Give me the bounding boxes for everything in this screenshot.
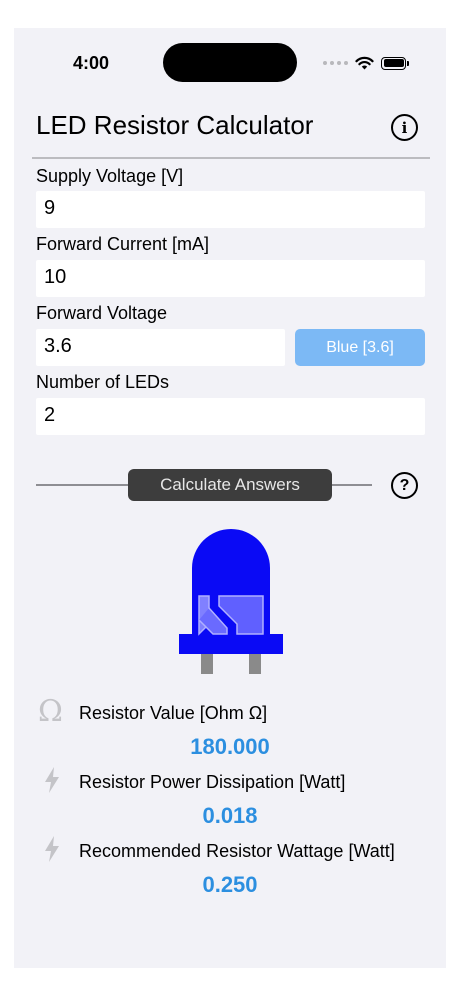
supply-voltage-input[interactable]: 9: [36, 191, 425, 228]
recommended-wattage-label: Recommended Resistor Wattage [Watt]: [79, 841, 395, 861]
info-icon[interactable]: i: [391, 114, 418, 141]
bolt-icon: [45, 836, 59, 862]
resistor-value-label: Resistor Value [Ohm Ω]: [79, 703, 268, 723]
num-leds-label: Number of LEDs: [36, 372, 170, 392]
forward-voltage-label: Forward Voltage: [36, 303, 168, 323]
battery-icon: [381, 56, 409, 70]
led-color-preset-button[interactable]: Blue [3.6]: [295, 329, 425, 366]
forward-current-label: Forward Current [mA]: [36, 234, 210, 254]
page-title: LED Resistor Calculator: [36, 110, 314, 140]
power-dissipation-label: Resistor Power Dissipation [Watt]: [79, 772, 346, 792]
recommended-wattage-result: 0.250: [202, 872, 258, 897]
app-screen: 4:00 LED Resistor Calculator i Supply Vo…: [14, 28, 446, 968]
wifi-icon: [355, 56, 374, 70]
dynamic-island: [163, 43, 297, 82]
power-dissipation-result: 0.018: [202, 803, 258, 828]
header-divider: [32, 157, 430, 159]
bolt-icon: [45, 767, 59, 793]
calculate-button[interactable]: Calculate Answers: [128, 469, 332, 501]
forward-current-input[interactable]: 10: [36, 260, 425, 297]
forward-voltage-input[interactable]: 3.6: [36, 329, 285, 366]
status-time: 4:00: [73, 53, 110, 73]
omega-icon: Ω: [38, 694, 63, 729]
calc-line-left: [36, 484, 128, 486]
led-blue-image: [179, 529, 283, 674]
resistor-value-result: 180.000: [190, 734, 270, 759]
status-icons: [323, 55, 409, 71]
cellular-signal-icon: [323, 61, 348, 65]
calc-line-right: [332, 484, 372, 486]
supply-voltage-label: Supply Voltage [V]: [36, 166, 184, 186]
help-icon[interactable]: ?: [391, 472, 418, 499]
num-leds-input[interactable]: 2: [36, 398, 425, 435]
